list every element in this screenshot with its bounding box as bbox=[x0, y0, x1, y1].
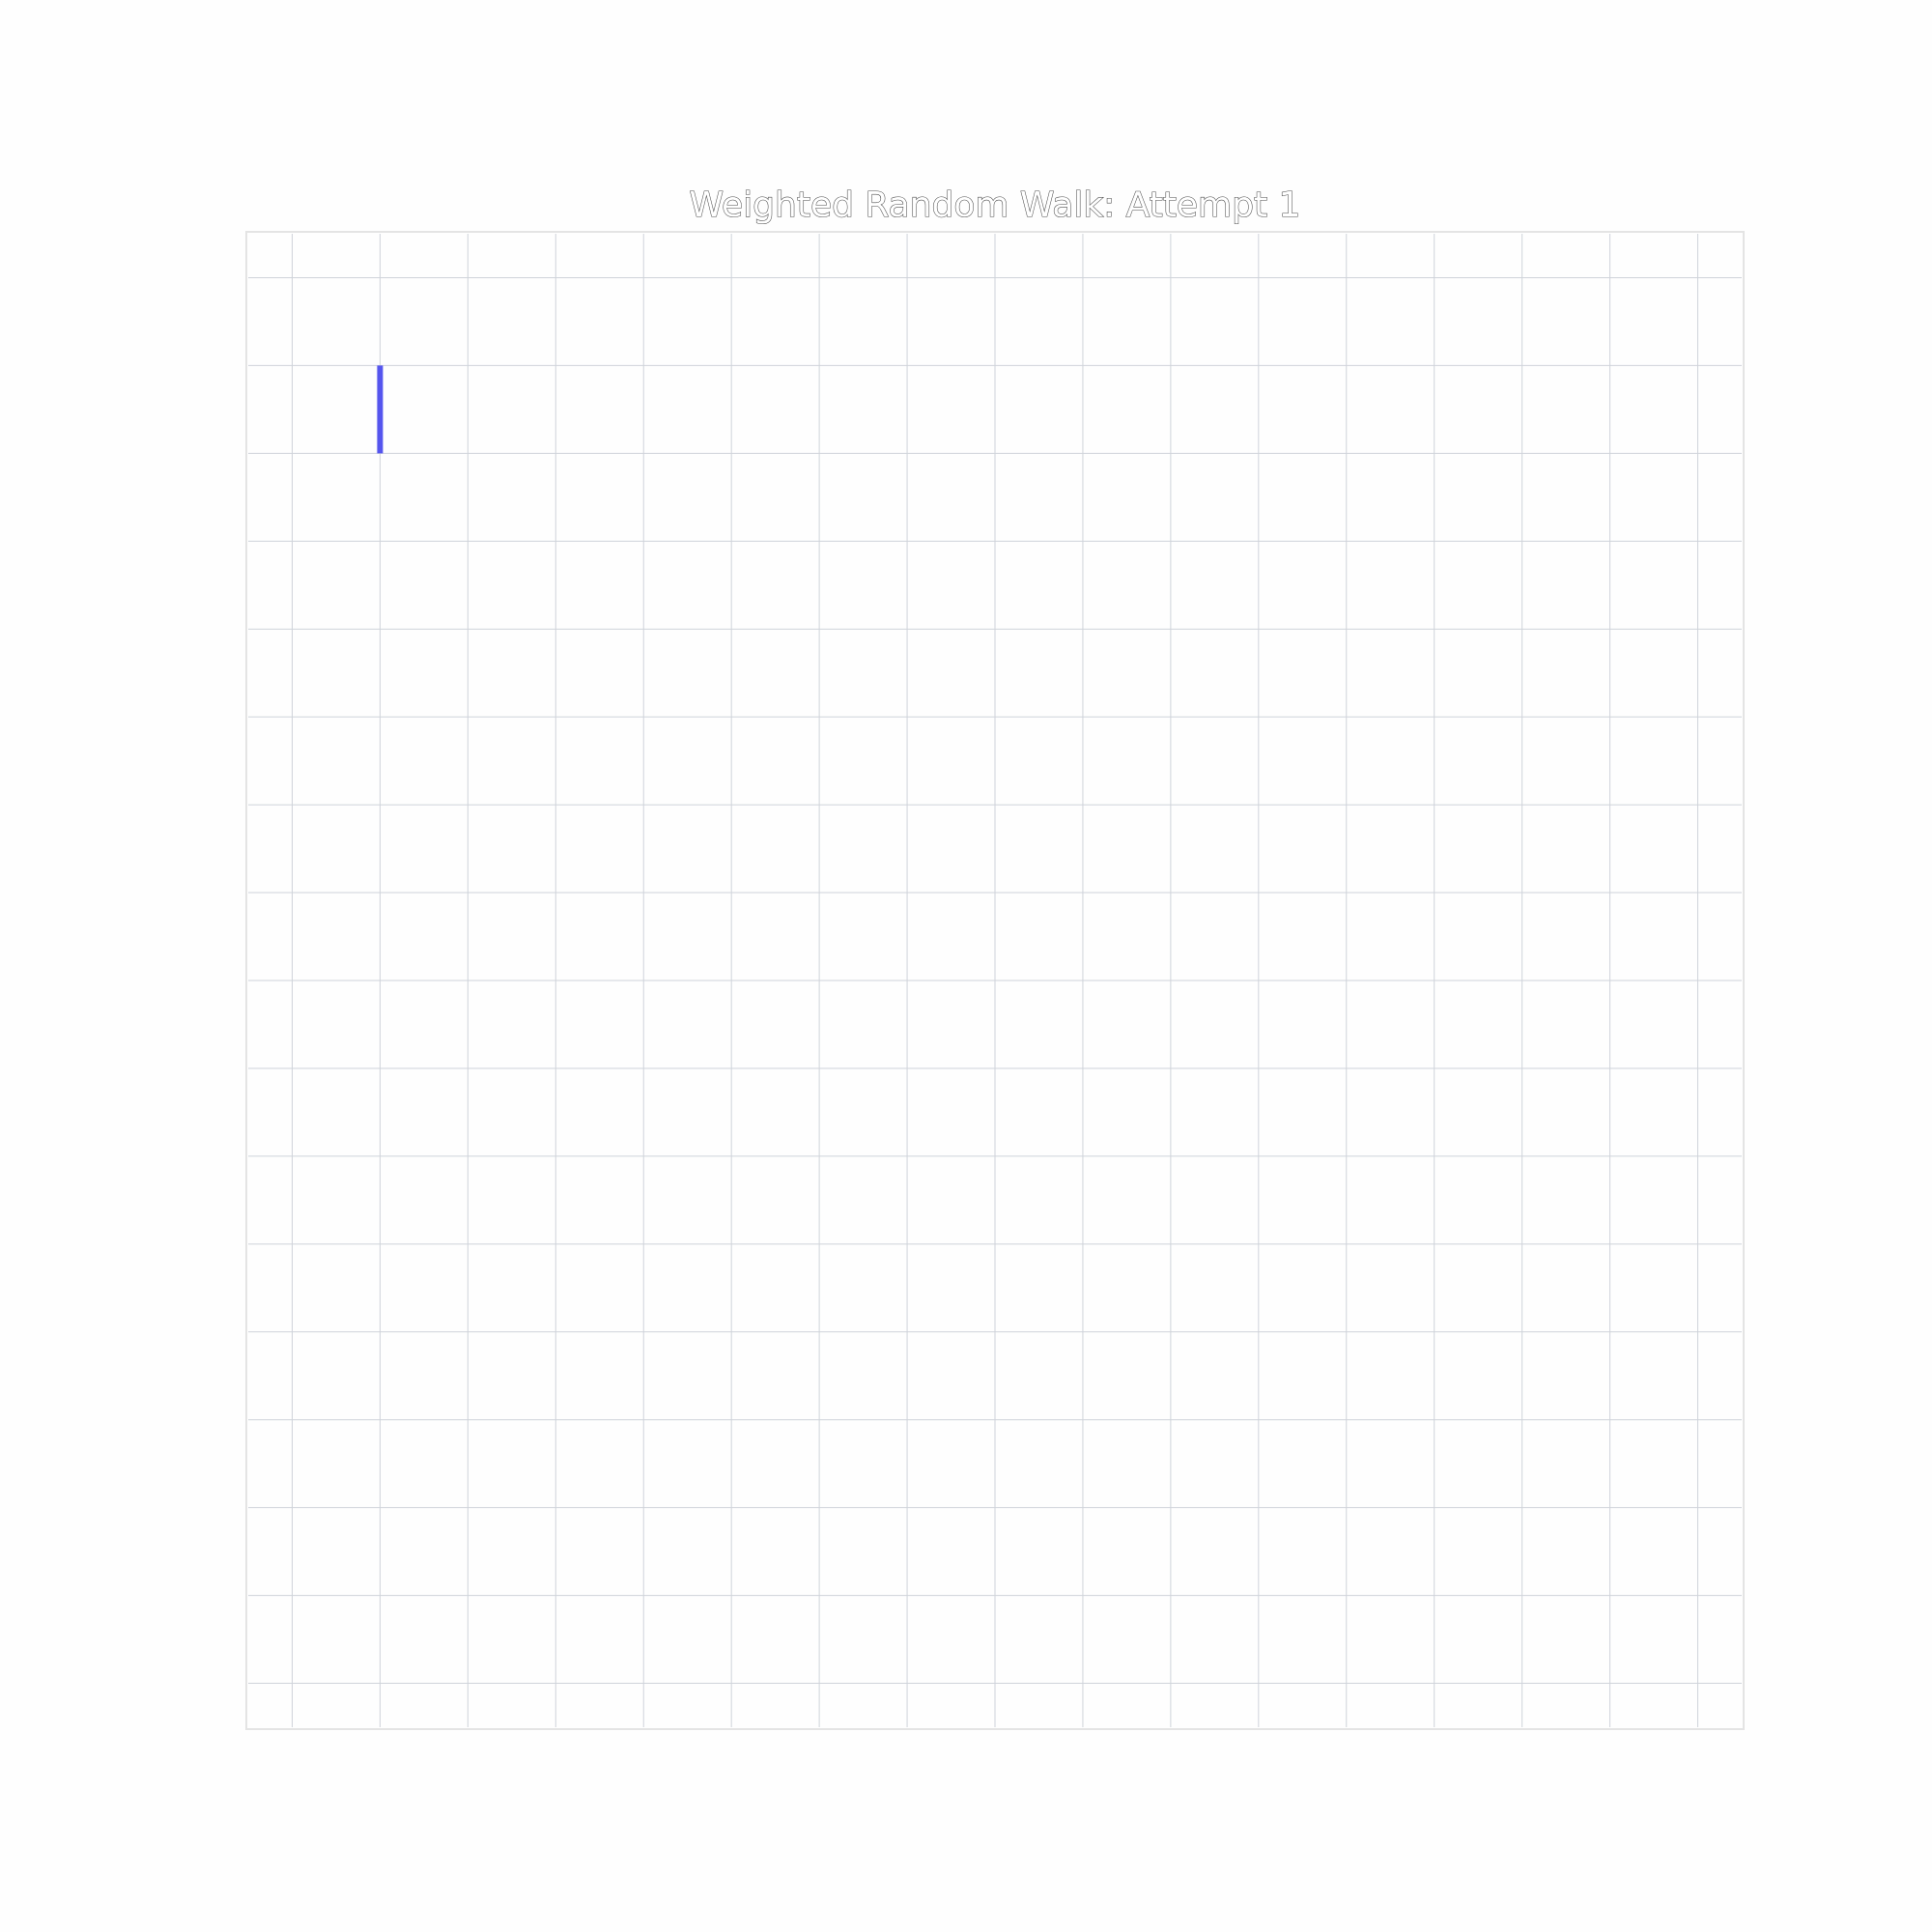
random-walk-chart: Weighted Random Walk: Attempt 1 bbox=[0, 0, 1932, 1932]
chart-title: Weighted Random Walk: Attempt 1 bbox=[690, 185, 1301, 225]
